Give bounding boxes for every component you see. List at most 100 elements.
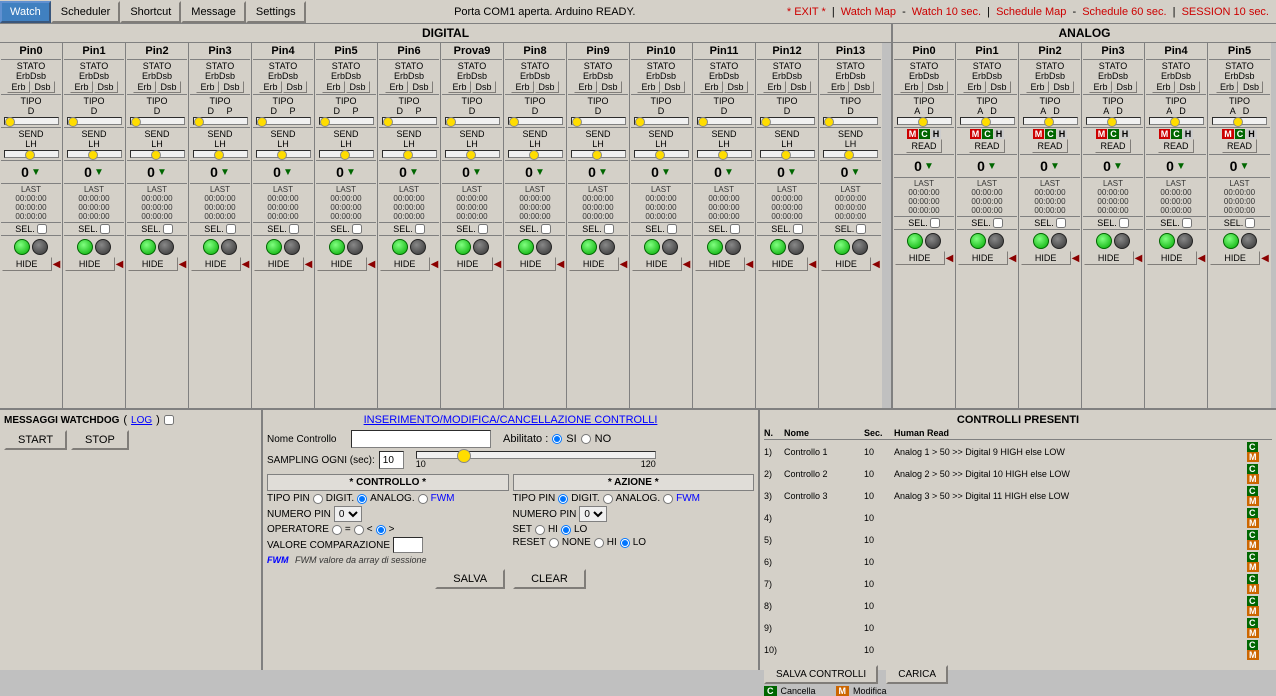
controllo-c-badge-5[interactable]: C [1247, 552, 1258, 562]
controllo-m-badge-7[interactable]: M [1247, 606, 1259, 616]
exit-link[interactable]: * EXIT * [787, 6, 826, 18]
analog-chevron-down-5[interactable]: ▼ [1239, 161, 1249, 172]
op-gt-radio[interactable] [376, 525, 386, 535]
analog-read-btn-4[interactable]: READ [1158, 139, 1193, 153]
erb-btn-1[interactable]: Erb [70, 81, 92, 93]
tipo-slider-1[interactable] [67, 117, 122, 125]
chevron-down-6[interactable]: ▼ [409, 167, 419, 178]
analog-tipo-slider-1[interactable] [960, 117, 1015, 125]
controllo-m-badge-8[interactable]: M [1247, 628, 1259, 638]
erb-btn-0[interactable]: Erb [7, 81, 29, 93]
analog-read-btn-3[interactable]: READ [1095, 139, 1130, 153]
erb-btn-6[interactable]: Erb [385, 81, 407, 93]
clear-button[interactable]: CLEAR [513, 569, 586, 589]
analog-erb-btn-4[interactable]: Erb [1152, 81, 1174, 93]
hide-btn-10[interactable]: HIDE [632, 257, 682, 271]
dsb-btn-3[interactable]: Dsb [220, 81, 244, 93]
watch-10-link[interactable]: Watch 10 sec. [912, 6, 981, 18]
analog-dsb-btn-3[interactable]: Dsb [1113, 81, 1137, 93]
send-slider-2[interactable] [130, 150, 185, 158]
controllo-m-badge-0[interactable]: M [1247, 452, 1259, 462]
tipo-slider-10[interactable] [634, 117, 689, 125]
analog-hide-btn-2[interactable]: HIDE [1021, 251, 1071, 265]
watchdog-checkbox[interactable] [164, 415, 174, 425]
analog-tipo-slider-0[interactable] [897, 117, 952, 125]
valore-comparazione-input[interactable] [393, 537, 423, 553]
chevron-down-8[interactable]: ▼ [535, 167, 545, 178]
analog-chevron-down-3[interactable]: ▼ [1113, 161, 1123, 172]
erb-btn-11[interactable]: Erb [700, 81, 722, 93]
chevron-down-11[interactable]: ▼ [724, 167, 734, 178]
tipo-slider-7[interactable] [445, 117, 500, 125]
controllo-c-badge-2[interactable]: C [1247, 486, 1258, 496]
abilitato-no-radio[interactable] [581, 434, 591, 444]
analog-hide-btn-5[interactable]: HIDE [1210, 251, 1260, 265]
sel-checkbox-5[interactable] [352, 224, 362, 234]
controllo-m-badge-3[interactable]: M [1247, 518, 1259, 528]
chevron-down-12[interactable]: ▼ [787, 167, 797, 178]
chevron-down-2[interactable]: ▼ [157, 167, 167, 178]
hide-btn-1[interactable]: HIDE [65, 257, 115, 271]
sel-checkbox-4[interactable] [289, 224, 299, 234]
tipo-slider-12[interactable] [760, 117, 815, 125]
tipo-slider-9[interactable] [571, 117, 626, 125]
analog-sel-checkbox-1[interactable] [993, 218, 1003, 228]
chevron-down-10[interactable]: ▼ [661, 167, 671, 178]
set-lo-radio[interactable] [561, 525, 571, 535]
tipo-slider-11[interactable] [697, 117, 752, 125]
carica-button[interactable]: CARICA [886, 665, 948, 684]
dsb-btn-1[interactable]: Dsb [94, 81, 118, 93]
dsb-btn-4[interactable]: Dsb [283, 81, 307, 93]
analog-hide-btn-4[interactable]: HIDE [1147, 251, 1197, 265]
dsb-btn-12[interactable]: Dsb [787, 81, 811, 93]
chevron-down-13[interactable]: ▼ [850, 167, 860, 178]
ctrl-fwm-radio[interactable] [418, 494, 428, 504]
erb-btn-13[interactable]: Erb [827, 81, 849, 93]
send-slider-7[interactable] [445, 150, 500, 158]
analog-erb-btn-1[interactable]: Erb [963, 81, 985, 93]
abilitato-si-radio[interactable] [552, 434, 562, 444]
controllo-m-badge-9[interactable]: M [1247, 650, 1259, 660]
erb-btn-12[interactable]: Erb [763, 81, 785, 93]
session-10-link[interactable]: SESSION 10 sec. [1182, 6, 1269, 18]
controllo-c-badge-4[interactable]: C [1247, 530, 1258, 540]
controllo-m-badge-5[interactable]: M [1247, 562, 1259, 572]
controllo-c-badge-6[interactable]: C [1247, 574, 1258, 584]
reset-none-radio[interactable] [549, 538, 559, 548]
sel-checkbox-8[interactable] [541, 224, 551, 234]
analog-chevron-down-0[interactable]: ▼ [924, 161, 934, 172]
reset-lo-radio[interactable] [620, 538, 630, 548]
dsb-btn-5[interactable]: Dsb [346, 81, 370, 93]
analog-dsb-btn-2[interactable]: Dsb [1050, 81, 1074, 93]
hide-btn-2[interactable]: HIDE [128, 257, 178, 271]
analog-tipo-slider-5[interactable] [1212, 117, 1267, 125]
sampling-input[interactable] [379, 451, 404, 469]
sel-checkbox-11[interactable] [730, 224, 740, 234]
dsb-btn-10[interactable]: Dsb [661, 81, 685, 93]
analog-dsb-btn-0[interactable]: Dsb [924, 81, 948, 93]
send-slider-1[interactable] [67, 150, 122, 158]
send-slider-10[interactable] [634, 150, 689, 158]
analog-erb-btn-2[interactable]: Erb [1026, 81, 1048, 93]
hide-btn-12[interactable]: HIDE [758, 257, 808, 271]
controllo-m-badge-1[interactable]: M [1247, 474, 1259, 484]
tab-scheduler[interactable]: Scheduler [51, 1, 121, 23]
hide-btn-5[interactable]: HIDE [317, 257, 367, 271]
erb-btn-9[interactable]: Erb [574, 81, 596, 93]
controllo-m-badge-2[interactable]: M [1247, 496, 1259, 506]
sel-checkbox-6[interactable] [415, 224, 425, 234]
controllo-numero-pin-select[interactable]: 012345 [334, 506, 362, 522]
controllo-c-badge-1[interactable]: C [1247, 464, 1258, 474]
chevron-down-3[interactable]: ▼ [220, 167, 230, 178]
chevron-down-7[interactable]: ▼ [472, 167, 482, 178]
hide-btn-0[interactable]: HIDE [2, 257, 52, 271]
erb-btn-4[interactable]: Erb [259, 81, 281, 93]
analog-dsb-btn-1[interactable]: Dsb [987, 81, 1011, 93]
tipo-slider-0[interactable] [4, 117, 59, 125]
sel-checkbox-10[interactable] [667, 224, 677, 234]
controllo-c-badge-9[interactable]: C [1247, 640, 1258, 650]
analog-erb-btn-0[interactable]: Erb [900, 81, 922, 93]
start-button[interactable]: START [4, 430, 67, 450]
dsb-btn-0[interactable]: Dsb [31, 81, 55, 93]
dsb-btn-6[interactable]: Dsb [409, 81, 433, 93]
